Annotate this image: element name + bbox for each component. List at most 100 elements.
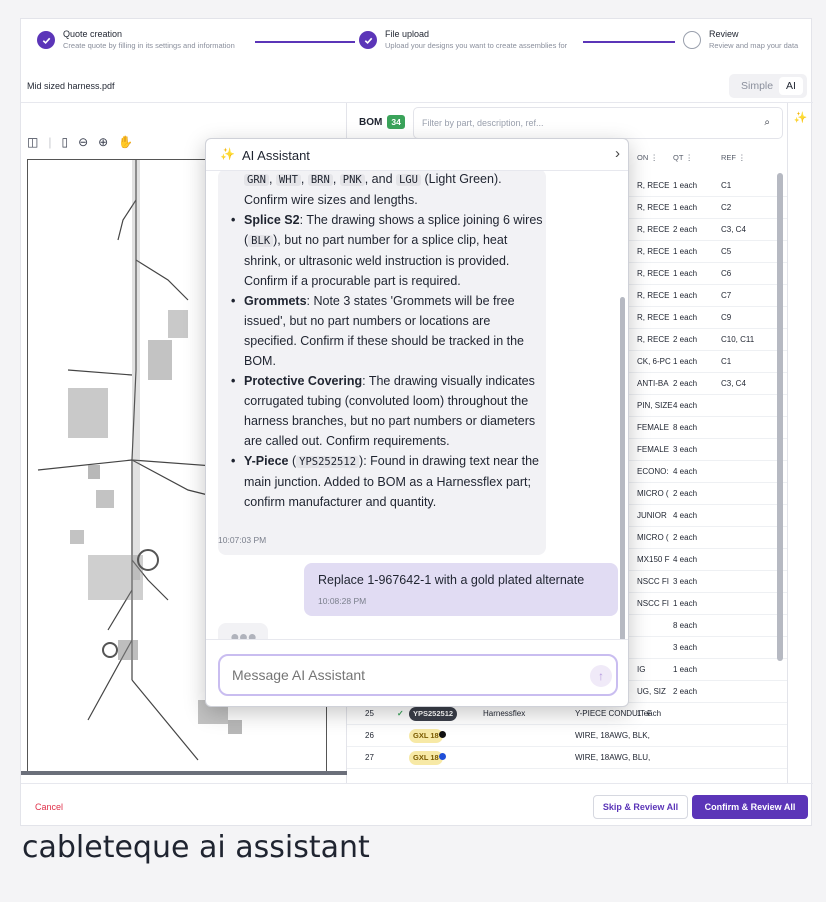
cancel-button[interactable]: Cancel xyxy=(35,802,63,812)
chat-scrollbar[interactable] xyxy=(620,297,625,639)
cell-qty: 2 each xyxy=(673,225,698,234)
cell-ref: C7 xyxy=(721,291,732,300)
cell-ref: C3, C4 xyxy=(721,379,746,388)
cell-desc: FEMALE xyxy=(637,445,670,454)
cell-ref: C1 xyxy=(721,181,732,190)
file-bar: Mid sized harness.pdf Simple AI xyxy=(21,71,813,103)
step-subtitle: Review and map your data xyxy=(709,41,799,50)
bom-filter-input[interactable]: Filter by part, description, ref... ⌕ xyxy=(413,107,783,139)
code-chip: BRN xyxy=(307,174,333,186)
code-chip: WHT xyxy=(275,174,301,186)
column-qty[interactable]: QT ⋮ xyxy=(673,153,693,175)
horizontal-scrollbar[interactable] xyxy=(21,771,347,775)
cell-desc: WIRE, 18AWG, BLU, xyxy=(575,753,651,762)
table-row[interactable]: 27 GXL 18 WIRE, 18AWG, BLU, xyxy=(347,747,787,769)
cell-qty: 1 each xyxy=(637,709,662,718)
note-item: Protective Covering: The drawing visuall… xyxy=(228,371,544,451)
cell-qty: 3 each xyxy=(673,577,698,586)
cell-qty: 2 each xyxy=(673,489,698,498)
cell-number: 27 xyxy=(365,753,374,762)
cell-desc: R, RECE xyxy=(637,291,670,300)
cell-qty: 1 each xyxy=(673,357,698,366)
part-number-pill[interactable]: GXL 18 xyxy=(409,729,443,743)
cell-qty: 4 each xyxy=(673,555,698,564)
code-chip: YPS252512 xyxy=(296,456,360,468)
cell-desc: R, RECE xyxy=(637,269,670,278)
wire-color-dot xyxy=(439,731,446,738)
cell-qty: 1 each xyxy=(673,247,698,256)
cell-desc: WIRE, 18AWG, BLK, xyxy=(575,731,650,740)
file-name: Mid sized harness.pdf xyxy=(27,81,115,91)
ai-toggle-strip[interactable]: ✨ xyxy=(787,103,813,783)
mode-ai[interactable]: AI xyxy=(779,77,803,95)
ai-assistant-title: AI Assistant xyxy=(242,148,310,163)
empty-circle-icon xyxy=(683,31,701,49)
sidebar-toggle-icon[interactable]: ◫ xyxy=(27,135,38,149)
cell-qty: 3 each xyxy=(673,445,698,454)
cell-desc: PIN, SIZE xyxy=(637,401,673,410)
magic-wand-icon[interactable]: ✨ xyxy=(794,112,808,124)
cell-qty: 4 each xyxy=(673,467,698,476)
search-icon[interactable]: ⌕ xyxy=(764,117,770,128)
cell-desc: NSCC FI xyxy=(637,599,669,608)
wire-color-dot xyxy=(439,753,446,760)
cell-qty: 2 each xyxy=(673,335,698,344)
cell-qty: 1 each xyxy=(673,665,698,674)
typing-indicator: ●●● xyxy=(218,623,268,639)
assistant-message: GRN, WHT, BRN, PNK, and LGU (Light Green… xyxy=(218,171,546,555)
step-review[interactable]: Review Review and map your data xyxy=(683,29,798,51)
step-title: Quote creation xyxy=(63,29,123,39)
note-item: Grommets: Note 3 states 'Grommets will b… xyxy=(228,291,544,371)
cell-desc: MX150 F xyxy=(637,555,670,564)
step-subtitle: Create quote by filling in its settings … xyxy=(63,41,235,50)
cell-qty: 8 each xyxy=(673,423,698,432)
code-chip: GRN xyxy=(244,174,269,186)
zoom-in-icon[interactable]: ⊕ xyxy=(98,135,108,149)
chevron-right-icon[interactable]: › xyxy=(615,145,620,162)
mode-toggle: Simple AI xyxy=(729,74,807,98)
column-description[interactable]: ON ⋮ xyxy=(637,153,658,175)
footer: Cancel Skip & Review All Confirm & Revie… xyxy=(21,783,813,827)
confirm-review-all-button[interactable]: Confirm & Review All xyxy=(692,795,808,819)
bom-count-badge: 34 xyxy=(387,115,405,129)
cell-qty: 1 each xyxy=(673,181,698,190)
mode-simple[interactable]: Simple xyxy=(741,80,773,92)
step-file-upload[interactable]: File upload Upload your designs you want… xyxy=(359,29,567,51)
step-quote-creation[interactable]: Quote creation Create quote by filling i… xyxy=(37,29,235,51)
cell-qty: 4 each xyxy=(673,511,698,520)
message-list: GRN, WHT, BRN, PNK, and LGU (Light Green… xyxy=(206,171,628,639)
check-icon: ✓ xyxy=(397,709,404,718)
magic-wand-icon: ✨ xyxy=(220,147,235,161)
cell-desc: ECONO: xyxy=(637,467,669,476)
cell-number: 25 xyxy=(365,709,374,718)
hand-icon[interactable]: ✋ xyxy=(118,135,133,149)
check-circle-icon xyxy=(37,31,55,49)
step-title: Review xyxy=(709,29,739,39)
cell-qty: 1 each xyxy=(673,599,698,608)
cell-qty: 1 each xyxy=(673,313,698,322)
assistant-message-time: 10:07:03 PM xyxy=(218,535,267,545)
code-chip: LGU xyxy=(396,174,421,186)
column-ref[interactable]: REF ⋮ xyxy=(721,153,746,175)
user-message: Replace 1-967642-1 with a gold plated al… xyxy=(304,563,618,616)
table-row[interactable]: 26 GXL 18 WIRE, 18AWG, BLK, xyxy=(347,725,787,747)
vertical-scrollbar[interactable] xyxy=(777,173,783,661)
cell-desc: R, RECE xyxy=(637,181,670,190)
cell-ref: C9 xyxy=(721,313,732,322)
cell-qty: 1 each xyxy=(673,203,698,212)
cell-ref: C3, C4 xyxy=(721,225,746,234)
cell-desc: MICRO ( xyxy=(637,533,669,542)
cell-desc: R, RECE xyxy=(637,203,670,212)
part-number-pill[interactable]: YPS252512 xyxy=(409,707,458,721)
assistant-message-text: GRN, WHT, BRN, PNK, and LGU (Light Green… xyxy=(228,171,544,512)
send-arrow-icon[interactable]: ↑ xyxy=(590,665,612,687)
cell-qty: 1 each xyxy=(673,269,698,278)
check-circle-icon xyxy=(359,31,377,49)
skip-review-all-button[interactable]: Skip & Review All xyxy=(593,795,688,819)
part-number-pill[interactable]: GXL 18 xyxy=(409,751,443,765)
page-icon[interactable]: ▯ xyxy=(61,135,68,149)
message-input[interactable] xyxy=(218,654,618,696)
zoom-out-icon[interactable]: ⊖ xyxy=(78,135,88,149)
step-connector xyxy=(255,41,355,43)
bom-header: BOM 34 xyxy=(359,115,405,129)
